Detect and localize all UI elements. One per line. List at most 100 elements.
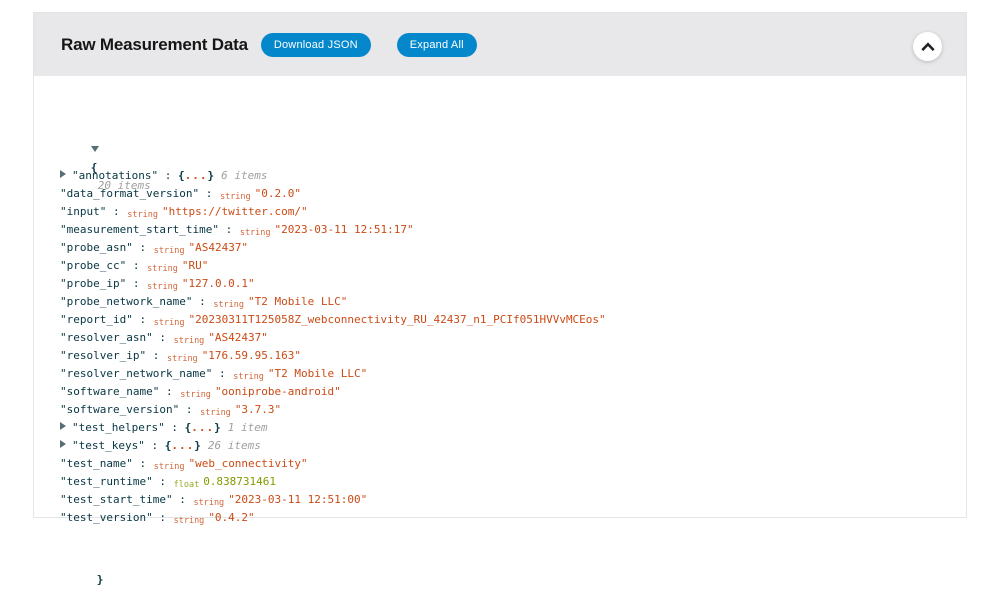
colon-separator: :: [165, 421, 185, 434]
json-key: "annotations": [72, 169, 158, 182]
json-value: string"176.59.95.163": [166, 349, 301, 362]
triangle-right-icon[interactable]: [60, 170, 66, 178]
json-key: "software_version": [60, 403, 179, 416]
triangle-down-icon[interactable]: [91, 146, 99, 152]
json-value: string"AS42437": [153, 241, 248, 254]
json-row-probe_asn: "probe_asn" : string"AS42437": [60, 239, 948, 257]
json-value: string"0.4.2": [173, 511, 255, 524]
json-value: string"T2 Mobile LLC": [212, 295, 347, 308]
json-row-test_start_time: "test_start_time" : string"2023-03-11 12…: [60, 491, 948, 509]
json-key: "test_keys": [72, 439, 145, 452]
json-key: "test_runtime": [60, 475, 153, 488]
chevron-up-icon: [921, 42, 935, 51]
download-json-button[interactable]: Download JSON: [261, 33, 371, 57]
json-row-annotations[interactable]: "annotations" : {...}6 items: [60, 167, 948, 185]
json-key: "software_name": [60, 385, 159, 398]
colon-separator: :: [146, 349, 166, 362]
value-type-label: string: [167, 354, 198, 364]
close-brace: }: [214, 421, 221, 434]
expand-all-button[interactable]: Expand All: [397, 33, 477, 57]
json-key: "input": [60, 205, 106, 218]
close-brace: }: [194, 439, 201, 452]
value-type-label: string: [193, 498, 224, 508]
raw-measurement-panel: Raw Measurement Data Download JSON Expan…: [33, 12, 967, 518]
value-type-label: string: [213, 300, 244, 310]
json-row-measurement_start_time: "measurement_start_time" : string"2023-0…: [60, 221, 948, 239]
json-key: "test_start_time": [60, 493, 173, 506]
json-key: "test_name": [60, 457, 133, 470]
json-value: string"3.7.3": [199, 403, 281, 416]
json-key: "resolver_network_name": [60, 367, 212, 380]
json-row-report_id: "report_id" : string"20230311T125058Z_we…: [60, 311, 948, 329]
item-count: 6 items: [221, 169, 267, 182]
json-value: float0.838731461: [173, 475, 276, 488]
colon-separator: :: [106, 205, 126, 218]
value-type-label: string: [240, 228, 271, 238]
collapsed-ellipsis[interactable]: ...: [185, 169, 208, 182]
colon-separator: :: [173, 493, 193, 506]
json-row-data_format_version: "data_format_version" : string"0.2.0": [60, 185, 948, 203]
panel-title: Raw Measurement Data: [61, 35, 248, 55]
json-key: "probe_cc": [60, 259, 126, 272]
colon-separator: :: [212, 367, 232, 380]
colon-separator: :: [158, 169, 178, 182]
triangle-right-icon[interactable]: [60, 422, 66, 430]
json-row-software_version: "software_version" : string"3.7.3": [60, 401, 948, 419]
json-row-test_name: "test_name" : string"web_connectivity": [60, 455, 948, 473]
value-type-label: string: [220, 192, 251, 202]
json-row-resolver_ip: "resolver_ip" : string"176.59.95.163": [60, 347, 948, 365]
colon-separator: :: [153, 331, 173, 344]
json-row-resolver_asn: "resolver_asn" : string"AS42437": [60, 329, 948, 347]
triangle-right-icon[interactable]: [60, 440, 66, 448]
colon-separator: :: [199, 187, 219, 200]
value-type-label: string: [147, 264, 178, 274]
colon-separator: :: [192, 295, 212, 308]
json-root-close-row: }: [57, 553, 948, 571]
value-type-label: string: [154, 318, 185, 328]
item-count: 26 items: [208, 439, 261, 452]
colon-separator: :: [159, 385, 179, 398]
collapse-panel-button[interactable]: [913, 32, 942, 61]
colon-separator: :: [133, 313, 153, 326]
colon-separator: :: [219, 223, 239, 236]
json-value: string"AS42437": [173, 331, 268, 344]
json-root-row[interactable]: { 20 items: [51, 123, 948, 141]
json-value: string"web_connectivity": [153, 457, 308, 470]
json-value: string"0.2.0": [219, 187, 301, 200]
json-key: "data_format_version": [60, 187, 199, 200]
json-value: string"2023-03-11 12:51:00": [192, 493, 367, 506]
value-type-label: string: [154, 462, 185, 472]
value-type-label: string: [174, 516, 205, 526]
json-row-probe_ip: "probe_ip" : string"127.0.0.1": [60, 275, 948, 293]
colon-separator: :: [126, 259, 146, 272]
json-value: string"2023-03-11 12:51:17": [239, 223, 414, 236]
json-row-test_keys[interactable]: "test_keys" : {...}26 items: [60, 437, 948, 455]
colon-separator: :: [153, 475, 173, 488]
value-type-label: float: [174, 480, 200, 490]
colon-separator: :: [126, 277, 146, 290]
json-row-test_version: "test_version" : string"0.4.2": [60, 509, 948, 527]
json-value: string"T2 Mobile LLC": [232, 367, 367, 380]
json-row-input: "input" : string"https://twitter.com/": [60, 203, 948, 221]
json-tree-entries: "annotations" : {...}6 items"data_format…: [51, 167, 948, 527]
json-key: "report_id": [60, 313, 133, 326]
json-value: string"ooniprobe-android": [179, 385, 341, 398]
json-row-probe_cc: "probe_cc" : string"RU": [60, 257, 948, 275]
json-row-software_name: "software_name" : string"ooniprobe-andro…: [60, 383, 948, 401]
json-key: "resolver_ip": [60, 349, 146, 362]
collapsed-ellipsis[interactable]: ...: [191, 421, 214, 434]
colon-separator: :: [133, 241, 153, 254]
colon-separator: :: [179, 403, 199, 416]
value-type-label: string: [147, 282, 178, 292]
item-count: 1 item: [228, 421, 268, 434]
json-key: "measurement_start_time": [60, 223, 219, 236]
json-key: "test_helpers": [72, 421, 165, 434]
json-key: "probe_asn": [60, 241, 133, 254]
value-type-label: string: [180, 390, 211, 400]
json-row-test_helpers[interactable]: "test_helpers" : {...}1 item: [60, 419, 948, 437]
root-close-brace: }: [97, 573, 104, 586]
json-value: string"127.0.0.1": [146, 277, 255, 290]
close-brace: }: [207, 169, 214, 182]
collapsed-ellipsis[interactable]: ...: [171, 439, 194, 452]
colon-separator: :: [153, 511, 173, 524]
